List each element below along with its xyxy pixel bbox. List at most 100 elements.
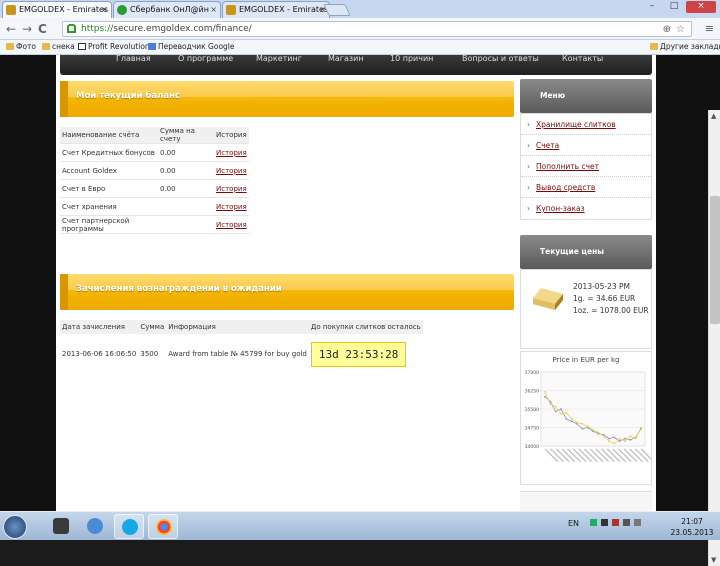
prices-title: Текущие цены (520, 235, 652, 269)
scroll-down-icon[interactable]: ▼ (711, 556, 716, 564)
data-point (618, 440, 621, 442)
tab-label: Сбербанк ОнЛ@йн (130, 5, 209, 14)
menu-item-deposit[interactable]: › Пополнить счет (521, 156, 651, 177)
y-tick-label: 37000 (525, 370, 539, 376)
bookmark-item[interactable]: Переводчик Google (148, 40, 235, 54)
tab-sberbank[interactable]: Сбербанк ОнЛ@йн × (113, 1, 221, 18)
table-row: Счет Кредитных бонусов 0.00 История (60, 143, 249, 162)
bookmark-item[interactable]: Profit Revolution (78, 40, 150, 54)
data-point (570, 420, 573, 423)
data-point (608, 440, 610, 442)
sidebar-bottom-banner (520, 491, 652, 511)
other-bookmarks[interactable]: Другие закладки (650, 40, 720, 54)
account-sum (158, 215, 214, 234)
account-sum (158, 197, 214, 216)
minimize-button[interactable]: – (642, 1, 662, 13)
zoom-icon[interactable]: ⊕ (663, 23, 671, 37)
x-tick-mark (634, 448, 649, 463)
tab-close-icon[interactable]: × (210, 2, 217, 17)
account-sum: 0.00 (158, 179, 214, 198)
nav-item-about[interactable]: О программе (178, 55, 233, 63)
x-tick-mark (572, 448, 587, 463)
nav-item-home[interactable]: Главная (116, 55, 151, 63)
tab-close-icon[interactable]: × (101, 2, 108, 17)
p-icon (78, 43, 86, 50)
bookmark-label: Profit Revolution (88, 42, 150, 51)
data-point (629, 438, 632, 441)
tray-icon[interactable] (612, 519, 619, 526)
tray-icon[interactable] (601, 519, 608, 526)
table-row: Счет партнерской программы История (60, 215, 249, 234)
tray-icon[interactable] (590, 519, 597, 526)
taskbar-app-explorer[interactable] (46, 514, 76, 539)
tab-emgoldex-2[interactable]: EMGOLDEX - Emirates Go × (222, 1, 330, 18)
menu-item-withdraw[interactable]: › Вывод средств (521, 177, 651, 198)
history-link[interactable]: История (214, 161, 249, 180)
prices-box: 2013-05-23 PM 1g. = 34.66 EUR 1oz. = 107… (520, 269, 652, 349)
wrench-icon[interactable]: ≡ (705, 22, 714, 35)
new-tab-button[interactable] (323, 4, 351, 16)
bullet-icon: › (527, 204, 530, 213)
y-tick-label: 35500 (525, 407, 539, 413)
history-link[interactable]: История (214, 143, 249, 162)
nav-item-faq[interactable]: Вопросы и ответы (462, 55, 539, 63)
clock[interactable]: 21:07 23.05.2013 (668, 516, 716, 538)
pending-info: Award from table № 45799 for buy gold (168, 350, 307, 358)
close-window-button[interactable]: × (686, 1, 716, 13)
clock-time: 21:07 (681, 517, 703, 526)
language-indicator[interactable]: EN (568, 519, 579, 528)
data-point (602, 435, 605, 438)
header-edge (60, 274, 68, 310)
countdown-timer: 13d 23:53:28 (310, 341, 407, 367)
history-link[interactable]: История (214, 215, 249, 234)
sberbank-favicon-icon (117, 5, 127, 15)
page-viewport: Главная О программе Маркетинг Магазин 10… (0, 55, 720, 566)
taskbar-app-chrome[interactable] (148, 514, 178, 539)
taskbar-app-skype[interactable] (114, 514, 144, 539)
reload-button[interactable]: C (38, 22, 47, 36)
menu-item-accounts[interactable]: › Счета (521, 135, 651, 156)
x-tick-mark (555, 448, 570, 463)
volume-icon[interactable] (634, 519, 641, 526)
col-history: История (214, 127, 249, 144)
col-date: Дата зачисления (60, 320, 139, 334)
menu-item-coupon[interactable]: › Купон-заказ (521, 198, 651, 219)
nav-item-reasons[interactable]: 10 причин (390, 55, 433, 63)
history-link[interactable]: История (214, 197, 249, 216)
window-controls: – □ × (642, 1, 716, 13)
nav-item-marketing[interactable]: Маркетинг (256, 55, 302, 63)
address-bar[interactable]: https://secure.emgoldex.com/finance/ ⊕ ☆ (62, 21, 692, 37)
nav-item-shop[interactable]: Магазин (328, 55, 364, 63)
table-row: 2013-06-06 16:06:50 3500 Award from tabl… (60, 334, 423, 374)
account-name: Счет хранения (60, 197, 158, 216)
taskbar-app-qip[interactable] (80, 514, 110, 539)
nav-item-contacts[interactable]: Контакты (562, 55, 603, 63)
col-sum: Сумма на счету (158, 127, 214, 144)
menu-item-vault[interactable]: › Хранилище слитков (521, 114, 651, 135)
data-point (560, 413, 562, 415)
maximize-button[interactable]: □ (664, 1, 684, 13)
data-point (544, 390, 546, 393)
bookmark-item[interactable]: снека (42, 40, 75, 54)
balance-table: Наименование счёта Сумма на счету Истори… (60, 127, 249, 234)
site-sheet: Главная О программе Маркетинг Магазин 10… (56, 55, 656, 511)
table-row: Счет хранения История (60, 197, 249, 216)
x-tick-mark (612, 448, 626, 463)
start-button[interactable] (3, 515, 27, 539)
scroll-up-icon[interactable]: ▲ (711, 112, 716, 120)
data-point (629, 435, 632, 438)
back-button[interactable]: ← (6, 22, 16, 36)
scroll-thumb[interactable] (710, 196, 720, 324)
x-tick-mark (567, 448, 581, 463)
tab-emgoldex-1[interactable]: EMGOLDEX - Emirates Go × (2, 1, 112, 18)
bookmark-item[interactable]: Фото (6, 40, 36, 54)
pending-header: Зачисления вознаграждений в ожидании (60, 274, 514, 310)
history-link[interactable]: История (214, 179, 249, 198)
data-point (554, 410, 557, 413)
network-icon[interactable] (623, 519, 630, 526)
star-icon[interactable]: ☆ (676, 23, 685, 37)
bookmarks-bar: Фото снека Profit Revolution Переводчик … (0, 40, 720, 55)
vertical-scrollbar[interactable]: ▲ ▼ (708, 110, 720, 566)
balance-header: Мой текущий баланс (60, 81, 514, 117)
forward-button[interactable]: → (22, 22, 32, 36)
